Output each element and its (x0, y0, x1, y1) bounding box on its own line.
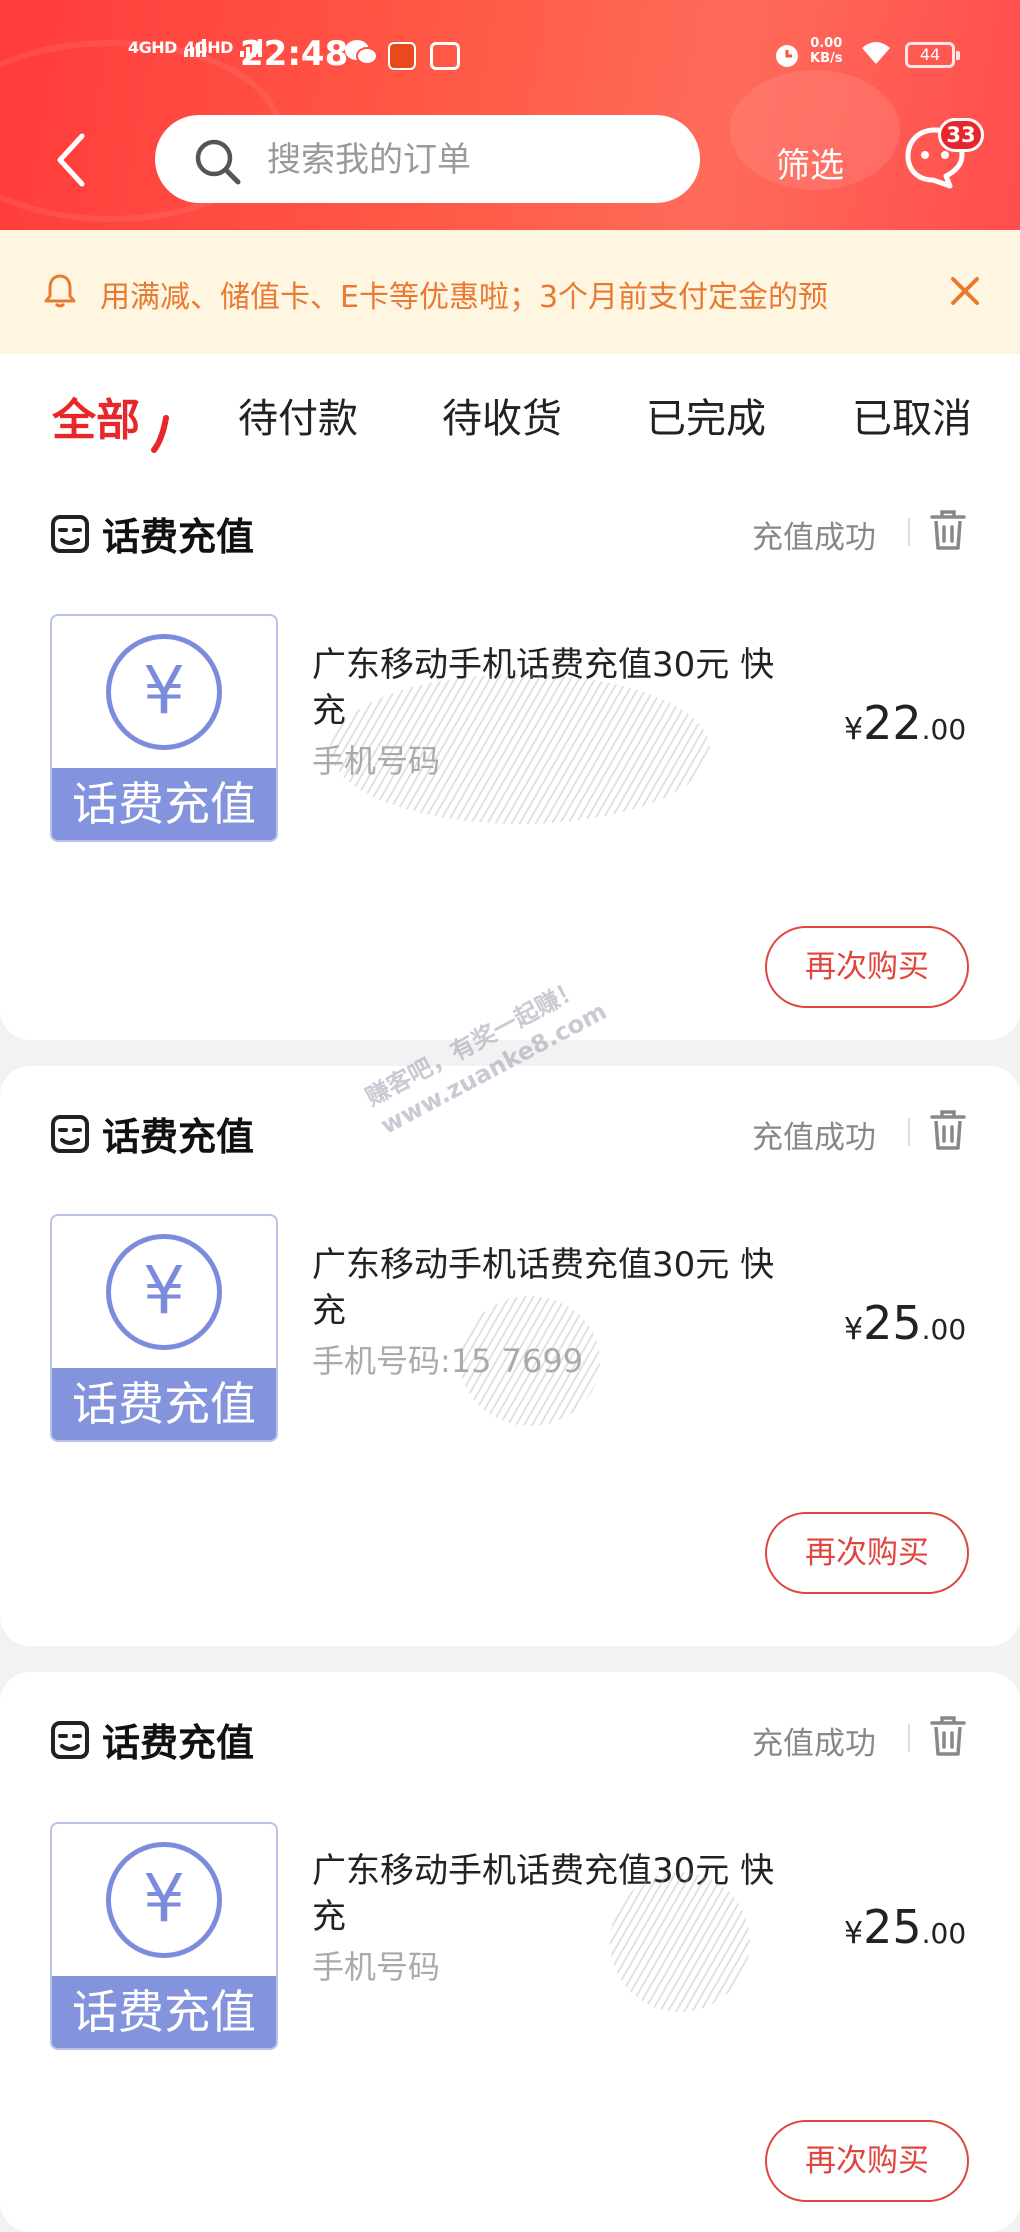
order-category: 话费充值 (102, 1115, 255, 1159)
thumbnail-label: 话费充值 (52, 1368, 276, 1440)
order-price: ¥25.00 (844, 1296, 966, 1350)
signal-2-label: 4GHD (184, 38, 233, 57)
trash-icon[interactable] (928, 508, 968, 552)
buy-again-button[interactable]: 再次购买 (765, 1512, 969, 1594)
price-integer: 25 (863, 1900, 922, 1954)
price-decimal: .00 (921, 1917, 967, 1950)
app-notification-icon (388, 42, 416, 70)
order-status: 充值成功 (752, 520, 876, 556)
tab-pending-payment[interactable]: 待付款 (238, 386, 358, 444)
status-time: 22:48 (240, 34, 349, 74)
thumbnail-label: 话费充值 (52, 768, 276, 840)
order-card[interactable]: 话费充值 充值成功 ¥ 话费充值 广东移动手机话费充值30元 快充 手机号码:1… (0, 1066, 1020, 1646)
network-speed: 0.00 KB/s (810, 36, 842, 66)
network-speed-unit: KB/s (810, 51, 843, 66)
price-decimal: .00 (921, 713, 967, 746)
message-app-icon (430, 42, 460, 70)
price-decimal: .00 (921, 1313, 967, 1346)
message-count-badge: 33 (938, 118, 984, 152)
trash-icon[interactable] (928, 1108, 968, 1152)
order-status: 充值成功 (752, 1120, 876, 1156)
close-icon[interactable] (948, 274, 982, 308)
yuan-coin-icon: ¥ (106, 634, 222, 750)
filter-button[interactable]: 筛选 (776, 138, 844, 187)
order-search-box[interactable] (155, 115, 700, 203)
divider (908, 1118, 910, 1146)
price-integer: 25 (863, 1296, 922, 1350)
order-card[interactable]: 话费充值 充值成功 ¥ 话费充值 广东移动手机话费充值30元 快充 手机号码 ¥… (0, 1672, 1020, 2232)
yuan-coin-icon: ¥ (106, 1234, 222, 1350)
order-category: 话费充值 (102, 1721, 255, 1765)
bell-icon (44, 274, 76, 308)
chevron-left-icon (57, 133, 85, 187)
redaction-scribble (330, 674, 710, 824)
phone-recharge-icon (51, 1115, 89, 1153)
status-bar: 4GHD 4GHD 22:48 0.00 KB/s 44 (0, 20, 1020, 90)
buy-again-button[interactable]: 再次购买 (765, 2120, 969, 2202)
tab-completed[interactable]: 已完成 (646, 386, 766, 444)
notice-banner: 用满减、储值卡、E卡等优惠啦；3个月前支付定金的预 (0, 230, 1020, 354)
price-integer: 22 (863, 696, 922, 750)
buy-again-button[interactable]: 再次购买 (765, 926, 969, 1008)
app-header: 4GHD 4GHD 22:48 0.00 KB/s 44 搜索我的订单 筛选 3… (0, 0, 1020, 230)
order-price: ¥25.00 (844, 1900, 966, 1954)
product-thumbnail[interactable]: ¥ 话费充值 (50, 1214, 278, 1442)
network-speed-value: 0.00 (810, 36, 843, 51)
search-input[interactable] (265, 129, 669, 191)
phone-recharge-icon (51, 1721, 89, 1759)
tab-pending-receipt[interactable]: 待收货 (442, 386, 562, 444)
price-currency: ¥ (844, 1916, 864, 1951)
product-thumbnail[interactable]: ¥ 话费充值 (50, 1822, 278, 2050)
tab-cancelled[interactable]: 已取消 (852, 386, 972, 444)
order-status: 充值成功 (752, 1726, 876, 1762)
product-thumbnail[interactable]: ¥ 话费充值 (50, 614, 278, 842)
wechat-icon (344, 38, 378, 75)
alarm-icon (772, 40, 802, 77)
price-currency: ¥ (844, 1312, 864, 1347)
search-icon (195, 139, 241, 185)
divider (908, 518, 910, 546)
tab-all[interactable]: 全部 (52, 384, 140, 448)
phone-recharge-icon (51, 515, 89, 553)
order-category: 话费充值 (102, 515, 255, 559)
yuan-coin-icon: ¥ (106, 1842, 222, 1958)
trash-icon[interactable] (928, 1714, 968, 1758)
thumbnail-label: 话费充值 (52, 1976, 276, 2048)
price-currency: ¥ (844, 712, 864, 747)
divider (908, 1724, 910, 1752)
order-tabs: 全部 待付款 待收货 已完成 已取消 (0, 354, 1020, 474)
notice-text: 用满减、储值卡、E卡等优惠啦；3个月前支付定金的预 (100, 280, 829, 315)
back-button[interactable] (52, 130, 88, 190)
signal-1-label: 4GHD (128, 38, 177, 57)
order-card[interactable]: 话费充值 充值成功 ¥ 话费充值 广东移动手机话费充值30元 快充 手机号码 ¥… (0, 474, 1020, 1040)
phone-number: 手机号码 (312, 1948, 441, 1986)
battery-indicator: 44 (905, 42, 960, 68)
redaction-scribble (460, 1296, 600, 1426)
active-tab-indicator (151, 415, 169, 453)
order-price: ¥22.00 (844, 696, 966, 750)
wifi-icon (860, 40, 892, 73)
redaction-scribble (610, 1872, 750, 2012)
